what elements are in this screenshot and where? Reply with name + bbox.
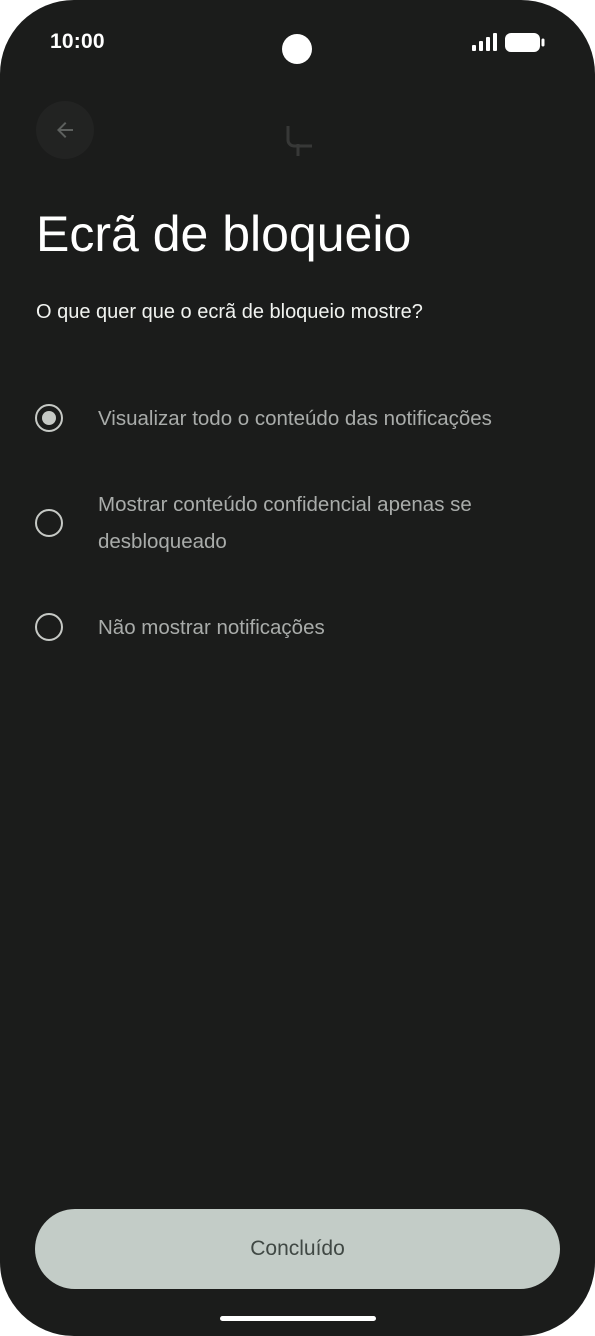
home-indicator[interactable] [220, 1316, 376, 1321]
option-label: Mostrar conteúdo confidencial apenas se … [98, 493, 472, 553]
faded-device-icon [286, 126, 312, 156]
phone-screen: 10:00 Ecrã de bloqueio O que quer que o … [0, 0, 595, 1336]
radio-option-hide-all[interactable]: Não mostrar notificações [0, 609, 595, 646]
signal-icon [472, 33, 497, 51]
status-bar: 10:00 [0, 0, 595, 90]
camera-cutout [282, 34, 312, 64]
radio-option-hide-sensitive[interactable]: Mostrar conteúdo confidencial apenas se … [0, 486, 595, 560]
radio-button-checked[interactable] [35, 404, 63, 432]
done-button[interactable]: Concluído [35, 1209, 560, 1289]
radio-button-unchecked[interactable] [35, 613, 63, 641]
radio-button-unchecked[interactable] [35, 509, 63, 537]
page-title: Ecrã de bloqueio [36, 206, 412, 262]
page-subtitle: O que quer que o ecrã de bloqueio mostre… [36, 301, 423, 323]
status-time: 10:00 [50, 30, 105, 53]
arrow-back-icon [57, 122, 73, 138]
option-label: Não mostrar notificações [98, 616, 325, 639]
back-button[interactable] [36, 101, 94, 159]
battery-icon [505, 33, 545, 52]
radio-option-show-all[interactable]: Visualizar todo o conteúdo das notificaç… [0, 400, 595, 437]
option-label: Visualizar todo o conteúdo das notificaç… [98, 407, 492, 430]
